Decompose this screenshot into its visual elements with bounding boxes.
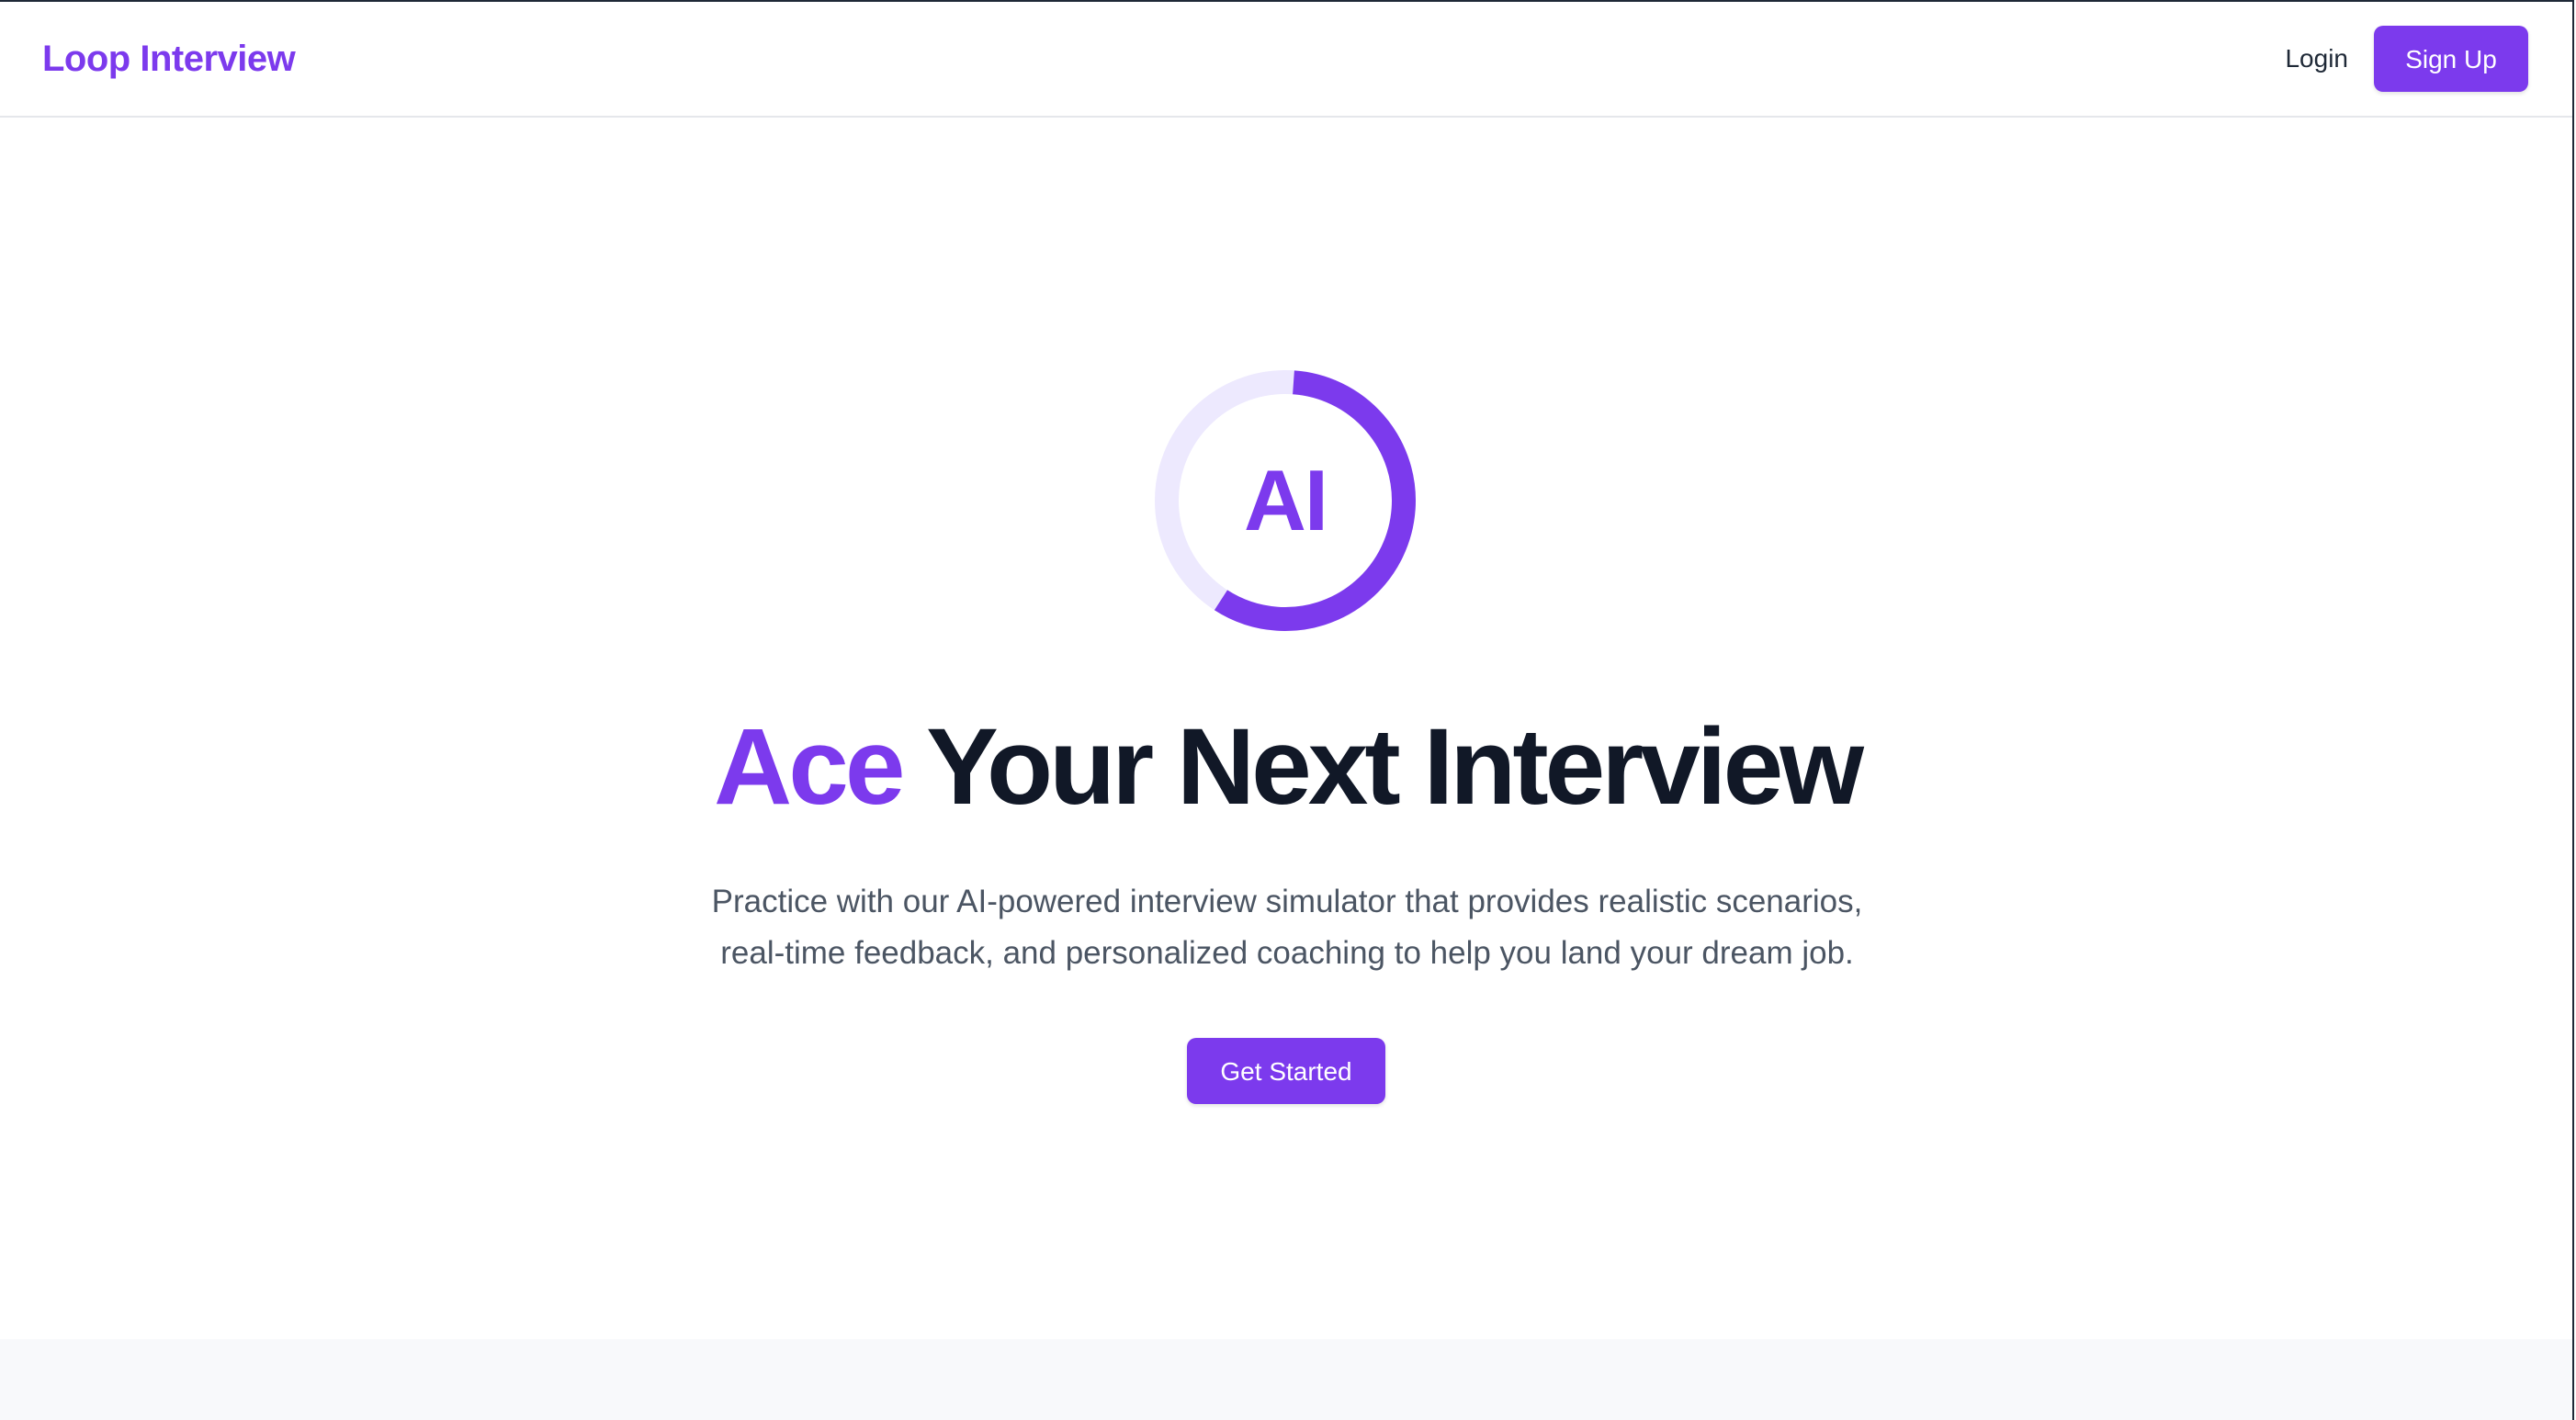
login-link[interactable]: Login (2285, 0, 2348, 118)
sign-up-button[interactable]: Sign Up (2374, 26, 2528, 92)
subtitle-line-1: Practice with our AI-powered interview s… (711, 884, 1863, 919)
hero-headline: Ace Your Next Interview (0, 698, 2574, 836)
ai-progress-ring: AI (1154, 369, 1417, 632)
hero-section: AI Ace Your Next Interview Practice with… (0, 119, 2574, 1337)
ai-badge-label: AI (1244, 452, 1328, 548)
subtitle-line-2: real-time feedback, and personalized coa… (720, 935, 1854, 971)
top-nav: Loop Interview Login Sign Up (0, 0, 2574, 118)
get-started-button[interactable]: Get Started (1187, 1038, 1385, 1104)
brand-logo[interactable]: Loop Interview (42, 0, 296, 118)
next-section-band (0, 1339, 2574, 1420)
headline-accent: Ace (713, 706, 905, 828)
headline-rest: Your Next Interview (926, 706, 1864, 828)
hero-subtitle: Practice with our AI-powered interview s… (552, 876, 2022, 979)
